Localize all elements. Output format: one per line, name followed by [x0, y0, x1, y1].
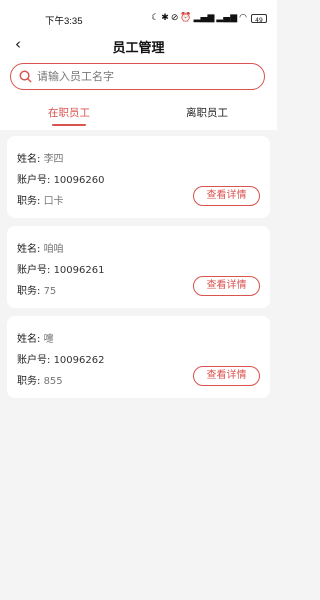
status-bar: 下午3:35 ☾ ✱ ⊘ ⏰ ▂▄▆ ▂▄▆ ◠ 49 — [0, 0, 277, 36]
nav-bar: ‹ 员工管理 — [0, 32, 277, 58]
view-details-button[interactable]: 查看详情 — [193, 276, 260, 296]
wifi-icon: ◠ — [239, 13, 247, 23]
employee-card: 姓名: 嚏 账户号: 10096262 职务: 855 查看详情 — [7, 316, 270, 398]
name-label: 姓名: — [17, 334, 41, 345]
search-icon — [19, 70, 32, 83]
status-icons: ☾ ✱ ⊘ ⏰ ▂▄▆ ▂▄▆ ◠ 49 — [151, 12, 267, 24]
account-row: 账户号: 10096262 — [17, 351, 104, 366]
name-label: 姓名: — [17, 154, 41, 165]
signal-icon: ▂▄▆ — [193, 13, 215, 23]
position-label: 职务: — [17, 196, 41, 207]
tab-resigned-employees[interactable]: 离职员工 — [167, 105, 247, 120]
account-label: 账户号: — [17, 265, 51, 276]
moon-icon: ☾ — [151, 13, 160, 23]
name-row: 姓名: 嚏 — [17, 330, 54, 345]
employee-account: 10096260 — [53, 175, 105, 186]
status-time: 下午3:35 — [45, 16, 83, 27]
tab-active-employees[interactable]: 在职员工 — [29, 105, 109, 120]
employee-name: 李四 — [43, 154, 64, 165]
position-label: 职务: — [17, 376, 41, 387]
employee-position: 855 — [43, 376, 63, 387]
alarm-icon: ⏰ — [180, 13, 192, 23]
name-row: 姓名: 咱咱 — [17, 240, 64, 255]
tab-underline — [52, 124, 86, 126]
employee-card: 姓名: 咱咱 账户号: 10096261 职务: 75 查看详情 — [7, 226, 270, 308]
account-label: 账户号: — [17, 355, 51, 366]
view-details-button[interactable]: 查看详情 — [193, 366, 260, 386]
employee-name: 嚏 — [43, 334, 54, 345]
employee-card: 姓名: 李四 账户号: 10096260 职务: 口卡 查看详情 — [7, 136, 270, 218]
search-input[interactable] — [37, 67, 257, 86]
employee-account: 10096262 — [53, 355, 105, 366]
page-title: 员工管理 — [112, 41, 165, 56]
tab-bar: 在职员工 离职员工 — [0, 102, 277, 128]
view-details-button[interactable]: 查看详情 — [193, 186, 260, 206]
bluetooth-icon: ✱ — [161, 13, 169, 23]
account-row: 账户号: 10096260 — [17, 171, 104, 186]
employee-account: 10096261 — [53, 265, 105, 276]
employee-name: 咱咱 — [43, 244, 64, 255]
position-row: 职务: 855 — [17, 372, 63, 387]
position-row: 职务: 75 — [17, 282, 56, 297]
name-label: 姓名: — [17, 244, 41, 255]
mute-icon: ⊘ — [170, 13, 179, 23]
signal-icon: ▂▄▆ — [216, 13, 238, 23]
name-row: 姓名: 李四 — [17, 150, 64, 165]
position-label: 职务: — [17, 286, 41, 297]
account-label: 账户号: — [17, 175, 51, 186]
account-row: 账户号: 10096261 — [17, 261, 104, 276]
position-row: 职务: 口卡 — [17, 192, 64, 207]
search-box[interactable] — [10, 63, 265, 90]
battery-icon: 49 — [251, 13, 267, 24]
employee-position: 75 — [43, 286, 57, 297]
employee-position: 口卡 — [43, 196, 64, 207]
